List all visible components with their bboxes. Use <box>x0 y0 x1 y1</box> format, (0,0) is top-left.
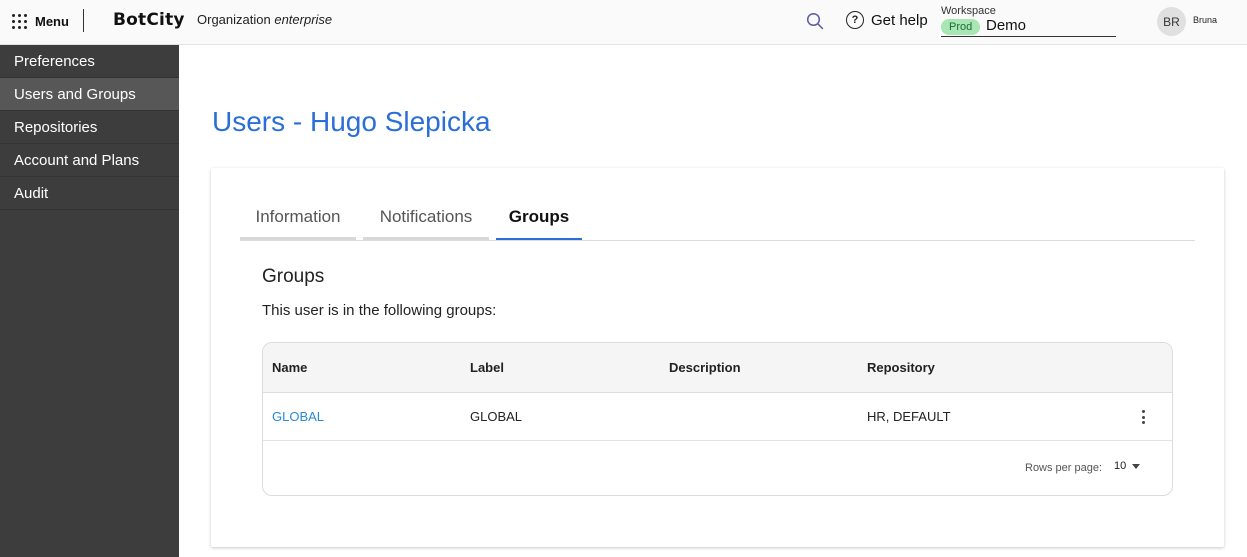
tab-information[interactable]: Information <box>240 196 356 240</box>
group-repository-cell: HR, DEFAULT <box>867 409 951 424</box>
user-name[interactable]: Bruna <box>1193 15 1217 25</box>
workspace-name: Demo <box>986 17 1027 34</box>
rows-per-page-select[interactable]: 10 <box>1114 460 1141 472</box>
organization-label: Organization enterprise <box>197 12 332 27</box>
group-label-cell: GLOBAL <box>470 409 523 424</box>
sidebar-item-preferences[interactable]: Preferences <box>0 45 179 78</box>
get-help-label: Get help <box>871 11 928 29</box>
botcity-logo[interactable]: BotCity <box>113 10 185 30</box>
user-detail-card: Information Notifications Groups Groups … <box>211 168 1224 547</box>
column-header-repository[interactable]: Repository <box>867 360 935 375</box>
get-help-button[interactable]: ? Get help <box>846 11 928 29</box>
sidebar-item-repositories[interactable]: Repositories <box>0 111 179 144</box>
section-title: Groups <box>262 266 325 287</box>
organization-name: enterprise <box>274 12 333 27</box>
top-bar: Menu BotCity Organization enterprise ? G… <box>0 0 1247 45</box>
organization-prefix: Organization <box>197 12 271 27</box>
column-header-label[interactable]: Label <box>470 360 504 375</box>
apps-grid-icon <box>12 13 27 29</box>
tab-groups[interactable]: Groups <box>496 196 582 240</box>
workspace-selector[interactable]: Workspace Prod Demo <box>941 4 1116 37</box>
table-row: GLOBAL GLOBAL HR, DEFAULT <box>263 393 1172 441</box>
sidebar-item-account-and-plans[interactable]: Account and Plans <box>0 144 179 177</box>
caret-down-icon <box>1132 463 1141 469</box>
avatar[interactable]: BR <box>1157 7 1186 36</box>
help-circle-icon: ? <box>846 11 864 29</box>
row-actions-menu-icon[interactable] <box>1137 408 1149 426</box>
section-description: This user is in the following groups: <box>262 302 497 319</box>
page-title: Users - Hugo Slepicka <box>212 106 491 137</box>
sidebar-item-audit[interactable]: Audit <box>0 177 179 210</box>
sidebar-item-users-and-groups[interactable]: Users and Groups <box>0 78 179 111</box>
sidebar: Preferences Users and Groups Repositorie… <box>0 45 179 557</box>
rows-per-page-value: 10 <box>1114 460 1127 472</box>
column-header-description[interactable]: Description <box>669 360 741 375</box>
group-name-link[interactable]: GLOBAL <box>272 409 324 424</box>
workspace-env-badge: Prod <box>941 19 981 35</box>
table-header: Name Label Description Repository <box>263 343 1172 393</box>
column-header-name[interactable]: Name <box>272 360 307 375</box>
menu-button[interactable]: Menu <box>12 10 69 32</box>
menu-label: Menu <box>35 13 69 29</box>
table-pagination: Rows per page: 10 <box>263 441 1172 495</box>
tab-notifications[interactable]: Notifications <box>363 196 489 240</box>
groups-table: Name Label Description Repository GLOBAL… <box>262 342 1173 496</box>
workspace-label: Workspace <box>941 5 996 17</box>
rows-per-page-label: Rows per page: <box>1025 462 1103 474</box>
divider <box>83 9 84 32</box>
search-icon[interactable] <box>806 12 824 30</box>
tab-bar: Information Notifications Groups <box>240 196 1195 241</box>
